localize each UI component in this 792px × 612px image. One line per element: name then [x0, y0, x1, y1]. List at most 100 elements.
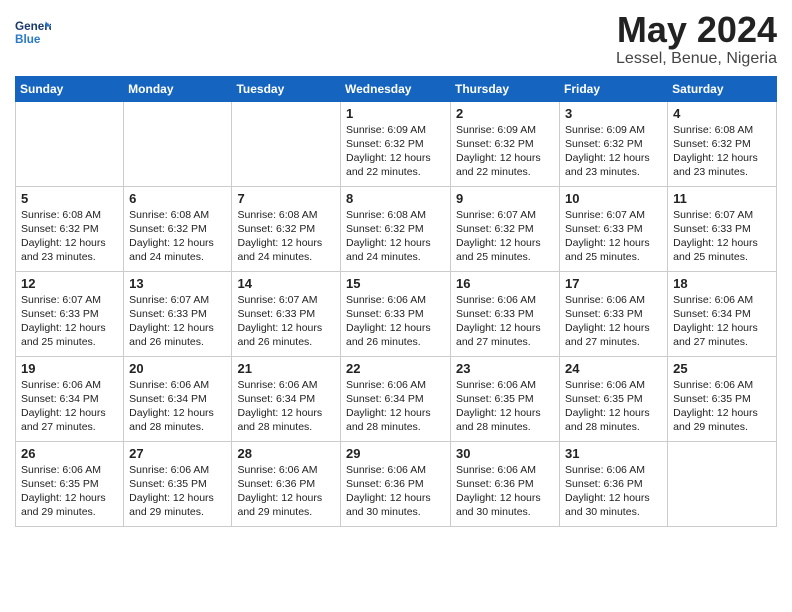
day-number: 11: [673, 191, 771, 206]
day-info: Sunrise: 6:09 AMSunset: 6:32 PMDaylight:…: [456, 123, 554, 180]
day-info: Sunrise: 6:06 AMSunset: 6:34 PMDaylight:…: [237, 378, 335, 435]
day-number: 3: [565, 106, 662, 121]
day-cell: 5 Sunrise: 6:08 AMSunset: 6:32 PMDaylight…: [16, 186, 124, 271]
day-info: Sunrise: 6:06 AMSunset: 6:34 PMDaylight:…: [346, 378, 445, 435]
day-cell: 27 Sunrise: 6:06 AMSunset: 6:35 PMDayligh…: [124, 441, 232, 526]
day-info: Sunrise: 6:09 AMSunset: 6:32 PMDaylight:…: [565, 123, 662, 180]
day-number: 16: [456, 276, 554, 291]
day-number: 22: [346, 361, 445, 376]
day-info: Sunrise: 6:06 AMSunset: 6:34 PMDaylight:…: [129, 378, 226, 435]
day-cell: 22 Sunrise: 6:06 AMSunset: 6:34 PMDayligh…: [341, 356, 451, 441]
day-number: 5: [21, 191, 118, 206]
day-cell: 26Sunrise: 6:06 AMSunset: 6:35 PMDayligh…: [16, 441, 124, 526]
day-info: Sunrise: 6:06 AMSunset: 6:35 PMDaylight:…: [21, 463, 118, 520]
day-number: 30: [456, 446, 554, 461]
day-info: Sunrise: 6:08 AMSunset: 6:32 PMDaylight:…: [129, 208, 226, 265]
header-row: SundayMondayTuesdayWednesdayThursdayFrid…: [16, 76, 777, 101]
logo-icon: General Blue: [15, 14, 51, 50]
logo: General Blue: [15, 10, 55, 50]
day-cell: 16 Sunrise: 6:06 AMSunset: 6:33 PMDayligh…: [451, 271, 560, 356]
day-cell: [124, 101, 232, 186]
header-cell-saturday: Saturday: [668, 76, 777, 101]
day-number: 24: [565, 361, 662, 376]
week-row-4: 19 Sunrise: 6:06 AMSunset: 6:34 PMDayligh…: [16, 356, 777, 441]
day-cell: 17 Sunrise: 6:06 AMSunset: 6:33 PMDayligh…: [560, 271, 668, 356]
day-number: 27: [129, 446, 226, 461]
day-number: 9: [456, 191, 554, 206]
day-cell: 30 Sunrise: 6:06 AMSunset: 6:36 PMDayligh…: [451, 441, 560, 526]
day-number: 31: [565, 446, 662, 461]
header-cell-sunday: Sunday: [16, 76, 124, 101]
header-cell-tuesday: Tuesday: [232, 76, 341, 101]
day-cell: 4Sunrise: 6:08 AMSunset: 6:32 PMDaylight…: [668, 101, 777, 186]
day-cell: 1Sunrise: 6:09 AMSunset: 6:32 PMDaylight…: [341, 101, 451, 186]
day-number: 13: [129, 276, 226, 291]
day-cell: 8Sunrise: 6:08 AMSunset: 6:32 PMDaylight…: [341, 186, 451, 271]
day-info: Sunrise: 6:06 AMSunset: 6:34 PMDaylight:…: [21, 378, 118, 435]
day-info: Sunrise: 6:07 AMSunset: 6:33 PMDaylight:…: [21, 293, 118, 350]
day-cell: [668, 441, 777, 526]
day-number: 6: [129, 191, 226, 206]
day-number: 4: [673, 106, 771, 121]
day-number: 21: [237, 361, 335, 376]
day-cell: 24 Sunrise: 6:06 AMSunset: 6:35 PMDayligh…: [560, 356, 668, 441]
day-info: Sunrise: 6:06 AMSunset: 6:33 PMDaylight:…: [565, 293, 662, 350]
day-number: 14: [237, 276, 335, 291]
day-cell: 20Sunrise: 6:06 AMSunset: 6:34 PMDayligh…: [124, 356, 232, 441]
day-info: Sunrise: 6:06 AMSunset: 6:35 PMDaylight:…: [673, 378, 771, 435]
day-cell: 28Sunrise: 6:06 AMSunset: 6:36 PMDayligh…: [232, 441, 341, 526]
day-number: 15: [346, 276, 445, 291]
day-info: Sunrise: 6:06 AMSunset: 6:36 PMDaylight:…: [346, 463, 445, 520]
day-cell: 11 Sunrise: 6:07 AMSunset: 6:33 PMDayligh…: [668, 186, 777, 271]
day-cell: 2 Sunrise: 6:09 AMSunset: 6:32 PMDaylight…: [451, 101, 560, 186]
day-number: 7: [237, 191, 335, 206]
day-info: Sunrise: 6:06 AMSunset: 6:33 PMDaylight:…: [346, 293, 445, 350]
day-info: Sunrise: 6:08 AMSunset: 6:32 PMDaylight:…: [21, 208, 118, 265]
day-cell: 6 Sunrise: 6:08 AMSunset: 6:32 PMDaylight…: [124, 186, 232, 271]
day-cell: [16, 101, 124, 186]
header: General Blue May 2024 Lessel, Benue, Nig…: [15, 10, 777, 68]
week-row-5: 26Sunrise: 6:06 AMSunset: 6:35 PMDayligh…: [16, 441, 777, 526]
day-cell: 18Sunrise: 6:06 AMSunset: 6:34 PMDayligh…: [668, 271, 777, 356]
calendar-title: May 2024: [616, 10, 777, 50]
day-info: Sunrise: 6:07 AMSunset: 6:33 PMDaylight:…: [565, 208, 662, 265]
day-info: Sunrise: 6:06 AMSunset: 6:35 PMDaylight:…: [565, 378, 662, 435]
day-number: 2: [456, 106, 554, 121]
day-cell: [232, 101, 341, 186]
day-info: Sunrise: 6:07 AMSunset: 6:32 PMDaylight:…: [456, 208, 554, 265]
day-info: Sunrise: 6:06 AMSunset: 6:34 PMDaylight:…: [673, 293, 771, 350]
day-number: 29: [346, 446, 445, 461]
title-area: May 2024 Lessel, Benue, Nigeria: [616, 10, 777, 68]
day-info: Sunrise: 6:06 AMSunset: 6:35 PMDaylight:…: [456, 378, 554, 435]
day-cell: 13 Sunrise: 6:07 AMSunset: 6:33 PMDayligh…: [124, 271, 232, 356]
day-number: 17: [565, 276, 662, 291]
day-cell: 15 Sunrise: 6:06 AMSunset: 6:33 PMDayligh…: [341, 271, 451, 356]
day-cell: 25 Sunrise: 6:06 AMSunset: 6:35 PMDayligh…: [668, 356, 777, 441]
day-number: 25: [673, 361, 771, 376]
day-cell: 14 Sunrise: 6:07 AMSunset: 6:33 PMDayligh…: [232, 271, 341, 356]
day-cell: 12 Sunrise: 6:07 AMSunset: 6:33 PMDayligh…: [16, 271, 124, 356]
day-info: Sunrise: 6:07 AMSunset: 6:33 PMDaylight:…: [673, 208, 771, 265]
day-info: Sunrise: 6:09 AMSunset: 6:32 PMDaylight:…: [346, 123, 445, 180]
calendar-subtitle: Lessel, Benue, Nigeria: [616, 50, 777, 68]
day-info: Sunrise: 6:08 AMSunset: 6:32 PMDaylight:…: [346, 208, 445, 265]
svg-text:Blue: Blue: [15, 33, 41, 46]
week-row-2: 5 Sunrise: 6:08 AMSunset: 6:32 PMDaylight…: [16, 186, 777, 271]
day-cell: 19 Sunrise: 6:06 AMSunset: 6:34 PMDayligh…: [16, 356, 124, 441]
day-info: Sunrise: 6:07 AMSunset: 6:33 PMDaylight:…: [129, 293, 226, 350]
week-row-1: 1Sunrise: 6:09 AMSunset: 6:32 PMDaylight…: [16, 101, 777, 186]
day-number: 23: [456, 361, 554, 376]
day-cell: 31Sunrise: 6:06 AMSunset: 6:36 PMDayligh…: [560, 441, 668, 526]
day-number: 28: [237, 446, 335, 461]
header-cell-monday: Monday: [124, 76, 232, 101]
day-number: 19: [21, 361, 118, 376]
day-info: Sunrise: 6:06 AMSunset: 6:35 PMDaylight:…: [129, 463, 226, 520]
day-cell: 7Sunrise: 6:08 AMSunset: 6:32 PMDaylight…: [232, 186, 341, 271]
day-info: Sunrise: 6:07 AMSunset: 6:33 PMDaylight:…: [237, 293, 335, 350]
day-info: Sunrise: 6:06 AMSunset: 6:33 PMDaylight:…: [456, 293, 554, 350]
day-number: 10: [565, 191, 662, 206]
day-number: 12: [21, 276, 118, 291]
day-cell: 9 Sunrise: 6:07 AMSunset: 6:32 PMDaylight…: [451, 186, 560, 271]
day-cell: 21 Sunrise: 6:06 AMSunset: 6:34 PMDayligh…: [232, 356, 341, 441]
day-info: Sunrise: 6:06 AMSunset: 6:36 PMDaylight:…: [456, 463, 554, 520]
